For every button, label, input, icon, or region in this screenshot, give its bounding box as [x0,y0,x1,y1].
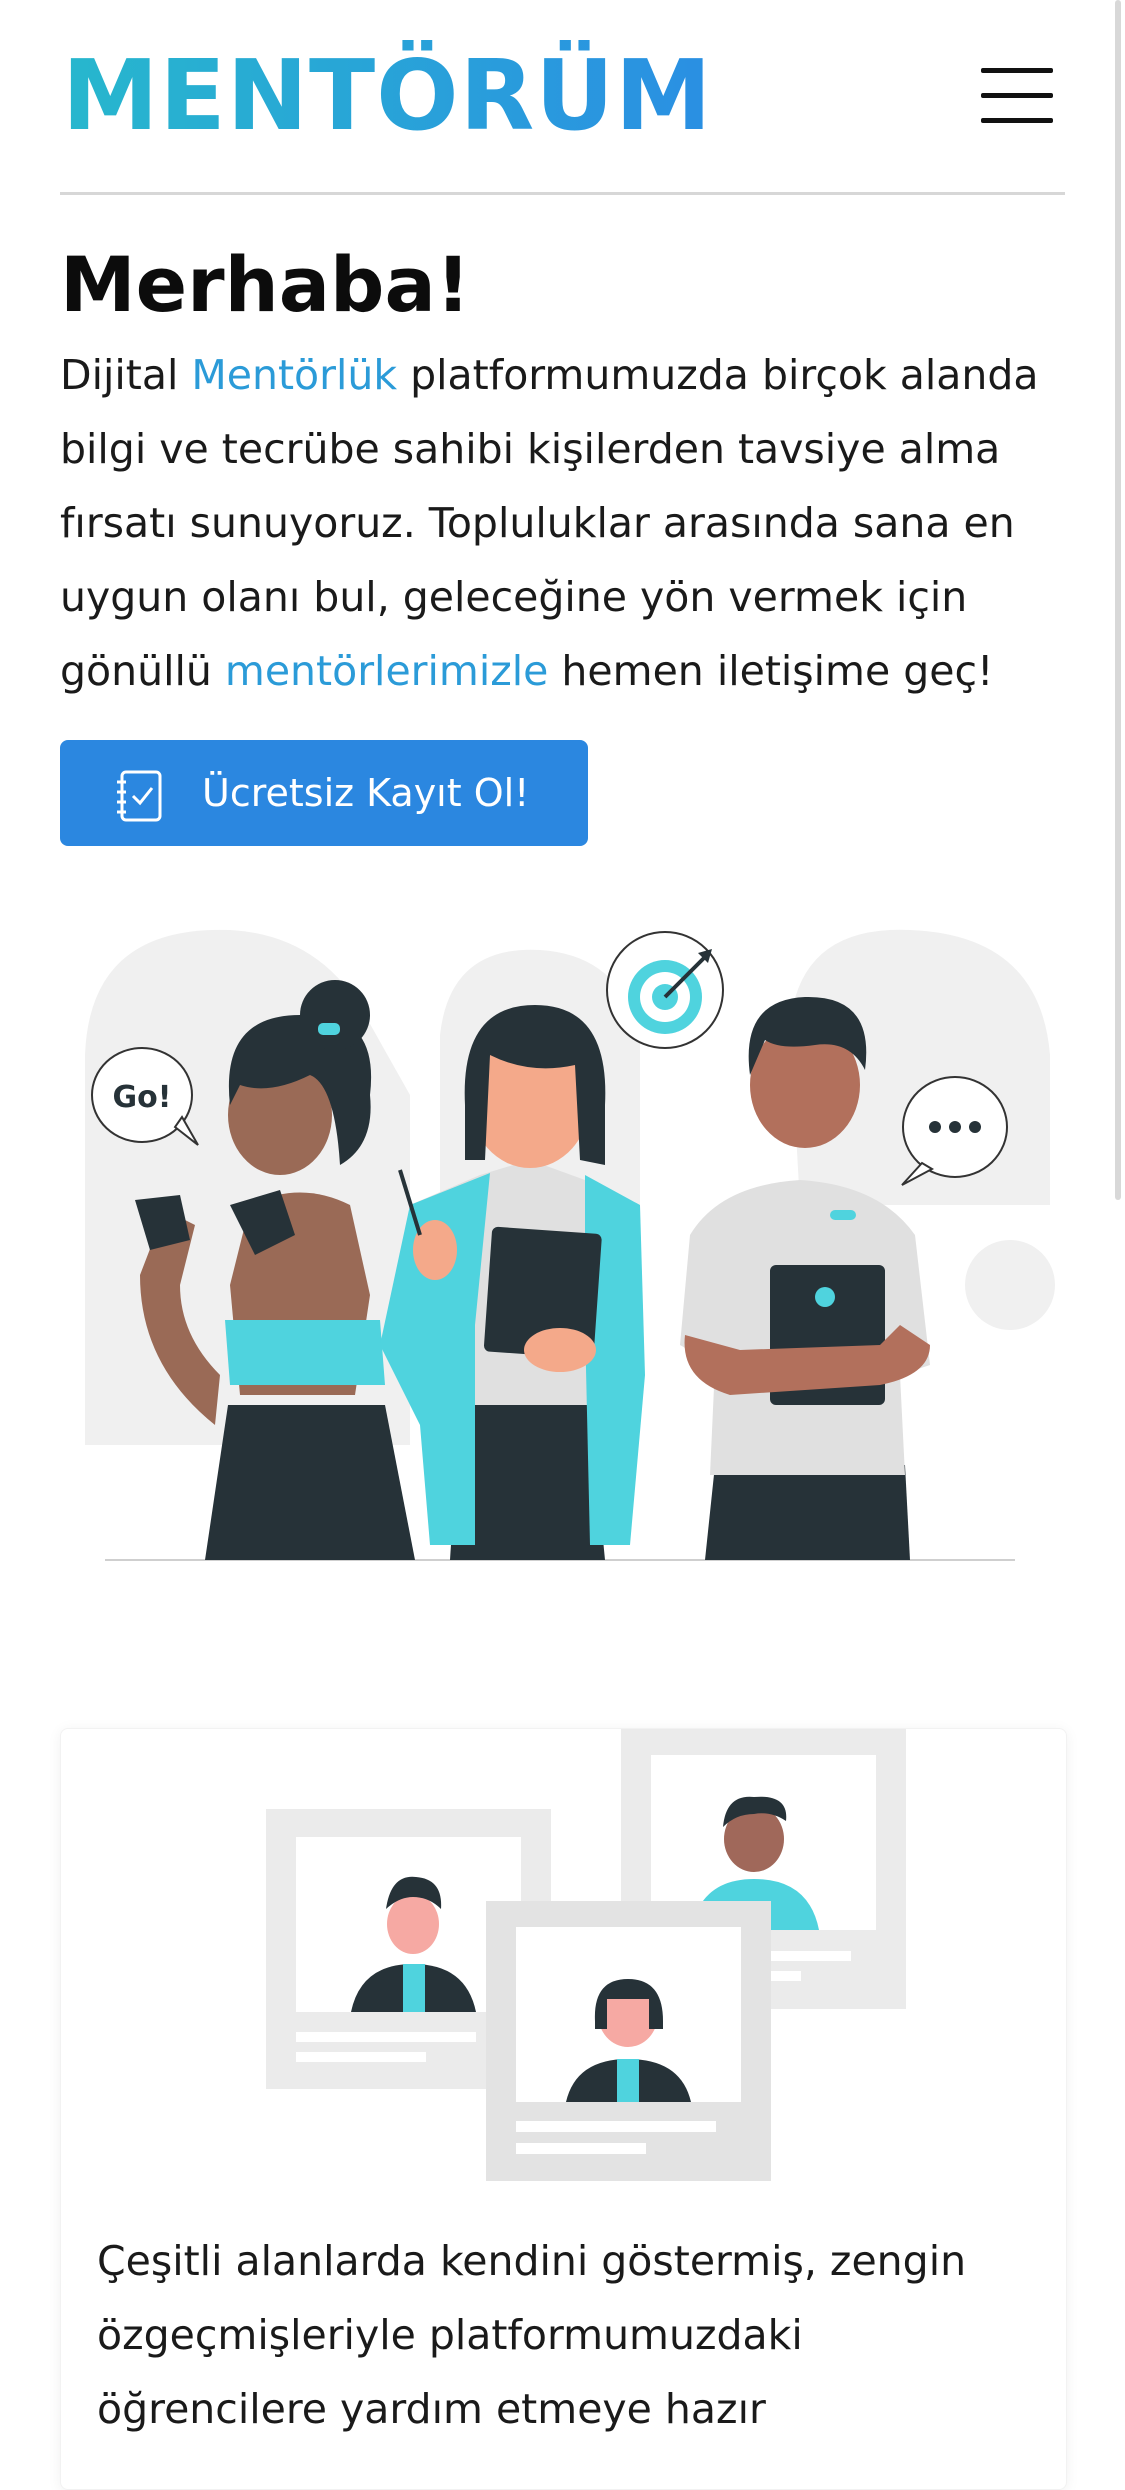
menu-line [981,118,1053,123]
page-scrollbar[interactable] [1115,0,1121,1200]
hamburger-menu-icon[interactable] [981,66,1053,123]
menu-line [981,68,1053,73]
go-bubble-text: Go! [113,1080,172,1115]
mentorluk-highlight: Mentörlük [191,351,398,399]
intro-text: platformumuzda birçok alanda bilgi ve te… [60,351,1039,695]
checklist-notebook-icon [117,770,162,822]
menu-line [981,93,1053,98]
target-icon [606,931,724,1049]
page-title: Merhaba! [60,240,471,329]
mentorlerimizle-highlight: mentörlerimizle [224,647,549,695]
mentors-feature-card: Çeşitli alanlarda kendini göstermiş, zen… [60,1728,1067,2490]
intro-paragraph: Dijital Mentörlük platformumuzda birçok … [60,338,1070,708]
team-illustration: Go! [85,929,1055,1561]
profile-card-center [486,1901,771,2181]
header-divider [60,192,1065,195]
bg-circle [965,1240,1055,1330]
feature-description: Çeşitli alanlarda kendini göstermiş, zen… [97,2237,967,2433]
brand-logo[interactable]: MENTÖRÜM [62,40,713,152]
register-button-label: Ücretsiz Kayıt Ol! [202,771,530,815]
intro-text: hemen iletişime geç! [548,647,994,695]
intro-text: Dijital [60,351,192,399]
register-button[interactable]: Ücretsiz Kayıt Ol! [60,740,588,846]
site-header: MENTÖRÜM [60,0,1065,195]
mentor-profiles-illustration [266,1729,906,2181]
center-woman-figure [380,1005,645,1560]
